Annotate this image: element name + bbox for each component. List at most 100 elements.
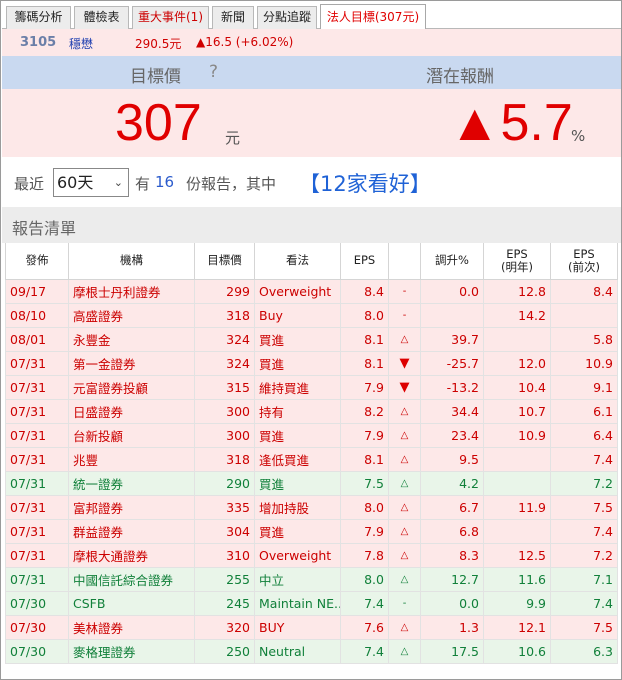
table-row[interactable]: 07/30 麥格理證券 250 Neutral 7.4 △ 17.5 10.6 6.3 (5, 638, 618, 664)
table-row[interactable]: 07/31 統一證券 290 買進 7.5 △ 4.2 7.2 (5, 470, 618, 496)
row-view: 買進 (254, 326, 341, 352)
filter-has: 有 (135, 175, 151, 193)
table-row[interactable]: 08/01 永豐金 324 買進 8.1 △ 39.7 5.8 (5, 326, 618, 352)
table-row[interactable]: 07/30 美林證券 320 BUY 7.6 △ 1.3 12.1 7.5 (5, 614, 618, 640)
row-change-pct: -25.7 (420, 350, 484, 376)
row-institution[interactable]: 統一證券 (68, 470, 195, 496)
row-date: 07/31 (5, 566, 69, 592)
report-list-title: 報告清單 (12, 219, 77, 238)
row-eps: 7.6 (340, 614, 389, 640)
table-row[interactable]: 07/31 群益證券 304 買進 7.9 △ 6.8 7.4 (5, 518, 618, 544)
row-institution[interactable]: 摩根士丹利證券 (68, 278, 195, 304)
table-row[interactable]: 07/31 第一金證券 324 買進 8.1 ▼ -25.7 12.0 10.9 (5, 350, 618, 376)
potential-return-label: 潛在報酬 (426, 67, 494, 87)
tab-institutional-target[interactable]: 法人目標(307元) (320, 4, 426, 30)
col-eps-previous[interactable]: EPS (前次) (550, 243, 618, 280)
table-row[interactable]: 07/30 CSFB 245 Maintain NE... 7.4-0.0 9.9 7.4 (5, 590, 618, 616)
row-view: Buy (254, 302, 341, 328)
stock-name-link[interactable]: 穩懋 (69, 35, 93, 52)
row-institution[interactable]: 群益證券 (68, 518, 195, 544)
col-eps-next-year[interactable]: EPS (明年) (483, 243, 551, 280)
row-eps-previous: 6.4 (550, 422, 618, 448)
tab-branch-tracking[interactable]: 分點追蹤 (257, 6, 317, 29)
row-change-pct (420, 302, 484, 328)
row-institution[interactable]: 摩根大通證券 (68, 542, 195, 568)
row-institution[interactable]: 中國信託綜合證券 (68, 566, 195, 592)
col-eps[interactable]: EPS (340, 243, 389, 280)
row-view: 維持買進 (254, 374, 341, 400)
row-eps-previous: 7.1 (550, 566, 618, 592)
row-institution[interactable]: 美林證券 (68, 614, 195, 640)
row-eps: 7.4 (340, 590, 389, 616)
row-institution[interactable]: 麥格理證券 (68, 638, 195, 664)
row-view: 中立 (254, 566, 341, 592)
table-row[interactable]: 07/31 摩根大通證券 310 Overweight 7.8 △ 8.3 12.5 7.2 (5, 542, 618, 568)
filter-prefix: 最近 (14, 175, 45, 193)
row-institution[interactable]: 元富證券投顧 (68, 374, 195, 400)
target-summary: 307 元 ▲5.7 % (2, 89, 621, 157)
row-direction-icon: △ (388, 422, 421, 448)
row-eps-previous: 7.2 (550, 542, 618, 568)
tab-chip-analysis[interactable]: 籌碼分析 (6, 6, 71, 29)
potential-return-value: ▲5.7 (449, 94, 573, 152)
row-target-price: 300 (194, 422, 255, 448)
table-row[interactable]: 07/31 富邦證券 335 增加持股 8.0 △ 6.7 11.9 7.5 (5, 494, 618, 520)
row-date: 07/31 (5, 542, 69, 568)
row-change-pct: -13.2 (420, 374, 484, 400)
row-institution[interactable]: CSFB (68, 590, 195, 616)
row-eps: 8.4 (340, 278, 389, 304)
row-date: 07/31 (5, 350, 69, 376)
table-row[interactable]: 07/31 中國信託綜合證券 255 中立 8.0 △ 12.7 11.6 7.1 (5, 566, 618, 592)
col-institution[interactable]: 機構 (68, 243, 195, 280)
row-change-pct: 4.2 (420, 470, 484, 496)
row-change-pct: 23.4 (420, 422, 484, 448)
row-eps-next-year: 14.2 (483, 302, 551, 328)
row-eps-previous: 8.4 (550, 278, 618, 304)
col-date[interactable]: 發佈 (5, 243, 69, 280)
row-institution[interactable]: 兆豐 (68, 446, 195, 472)
row-direction-icon: - (388, 302, 421, 328)
table-row[interactable]: 07/31 台新投顧 300 買進 7.9 △ 23.4 10.9 6.4 (5, 422, 618, 448)
col-change-pct[interactable]: 調升% (420, 243, 484, 280)
row-institution[interactable]: 高盛證券 (68, 302, 195, 328)
table-row[interactable]: 07/31 日盛證券 300 持有 8.2 △ 34.4 10.7 6.1 (5, 398, 618, 424)
table-row[interactable]: 07/31 兆豐 318 逢低買進 8.1 △ 9.5 7.4 (5, 446, 618, 472)
period-select[interactable]: 60天 ⌄ (53, 168, 129, 197)
tab-news[interactable]: 新聞 (212, 6, 254, 29)
table-row[interactable]: 09/17 摩根士丹利證券 299 Overweight 8.4-0.0 12.8 8.4 (5, 278, 618, 304)
row-direction-icon: - (388, 590, 421, 616)
row-date: 07/31 (5, 398, 69, 424)
report-filter: 最近 60天 ⌄ 有 16 份報告，其中 【12家看好】 (2, 159, 621, 207)
tab-major-events[interactable]: 重大事件(1) (132, 6, 209, 29)
row-date: 07/30 (5, 614, 69, 640)
row-eps: 8.0 (340, 302, 389, 328)
row-eps-next-year: 12.0 (483, 350, 551, 376)
potential-return-unit: % (571, 127, 586, 145)
col-target[interactable]: 目標價 (194, 243, 255, 280)
row-direction-icon: △ (388, 326, 421, 352)
tab-health-check[interactable]: 體檢表 (74, 6, 129, 29)
row-target-price: 304 (194, 518, 255, 544)
stock-code: 3105 (20, 35, 57, 50)
row-change-pct: 0.0 (420, 278, 484, 304)
table-row[interactable]: 08/10 高盛證券 318 Buy 8.0- 14.2 (5, 302, 618, 328)
row-institution[interactable]: 日盛證券 (68, 398, 195, 424)
tab-bar: 籌碼分析 體檢表 重大事件(1) 新聞 分點追蹤 法人目標(307元) (2, 2, 621, 30)
row-direction-icon: ▼ (388, 350, 421, 376)
table-row[interactable]: 07/31 元富證券投顧 315 維持買進 7.9 ▼ -13.2 10.4 9.1 (5, 374, 618, 400)
row-view: BUY (254, 614, 341, 640)
row-view: 逢低買進 (254, 446, 341, 472)
row-eps-next-year (483, 326, 551, 352)
row-date: 07/31 (5, 494, 69, 520)
row-eps-previous: 6.1 (550, 398, 618, 424)
help-icon[interactable]: ? (209, 62, 218, 82)
row-direction-icon: △ (388, 398, 421, 424)
row-direction-icon: △ (388, 494, 421, 520)
row-institution[interactable]: 富邦證券 (68, 494, 195, 520)
col-view[interactable]: 看法 (254, 243, 341, 280)
row-eps-previous: 7.2 (550, 470, 618, 496)
row-eps-previous: 7.5 (550, 614, 618, 640)
row-institution[interactable]: 第一金證券 (68, 350, 195, 376)
row-institution[interactable]: 台新投顧 (68, 422, 195, 448)
row-institution[interactable]: 永豐金 (68, 326, 195, 352)
